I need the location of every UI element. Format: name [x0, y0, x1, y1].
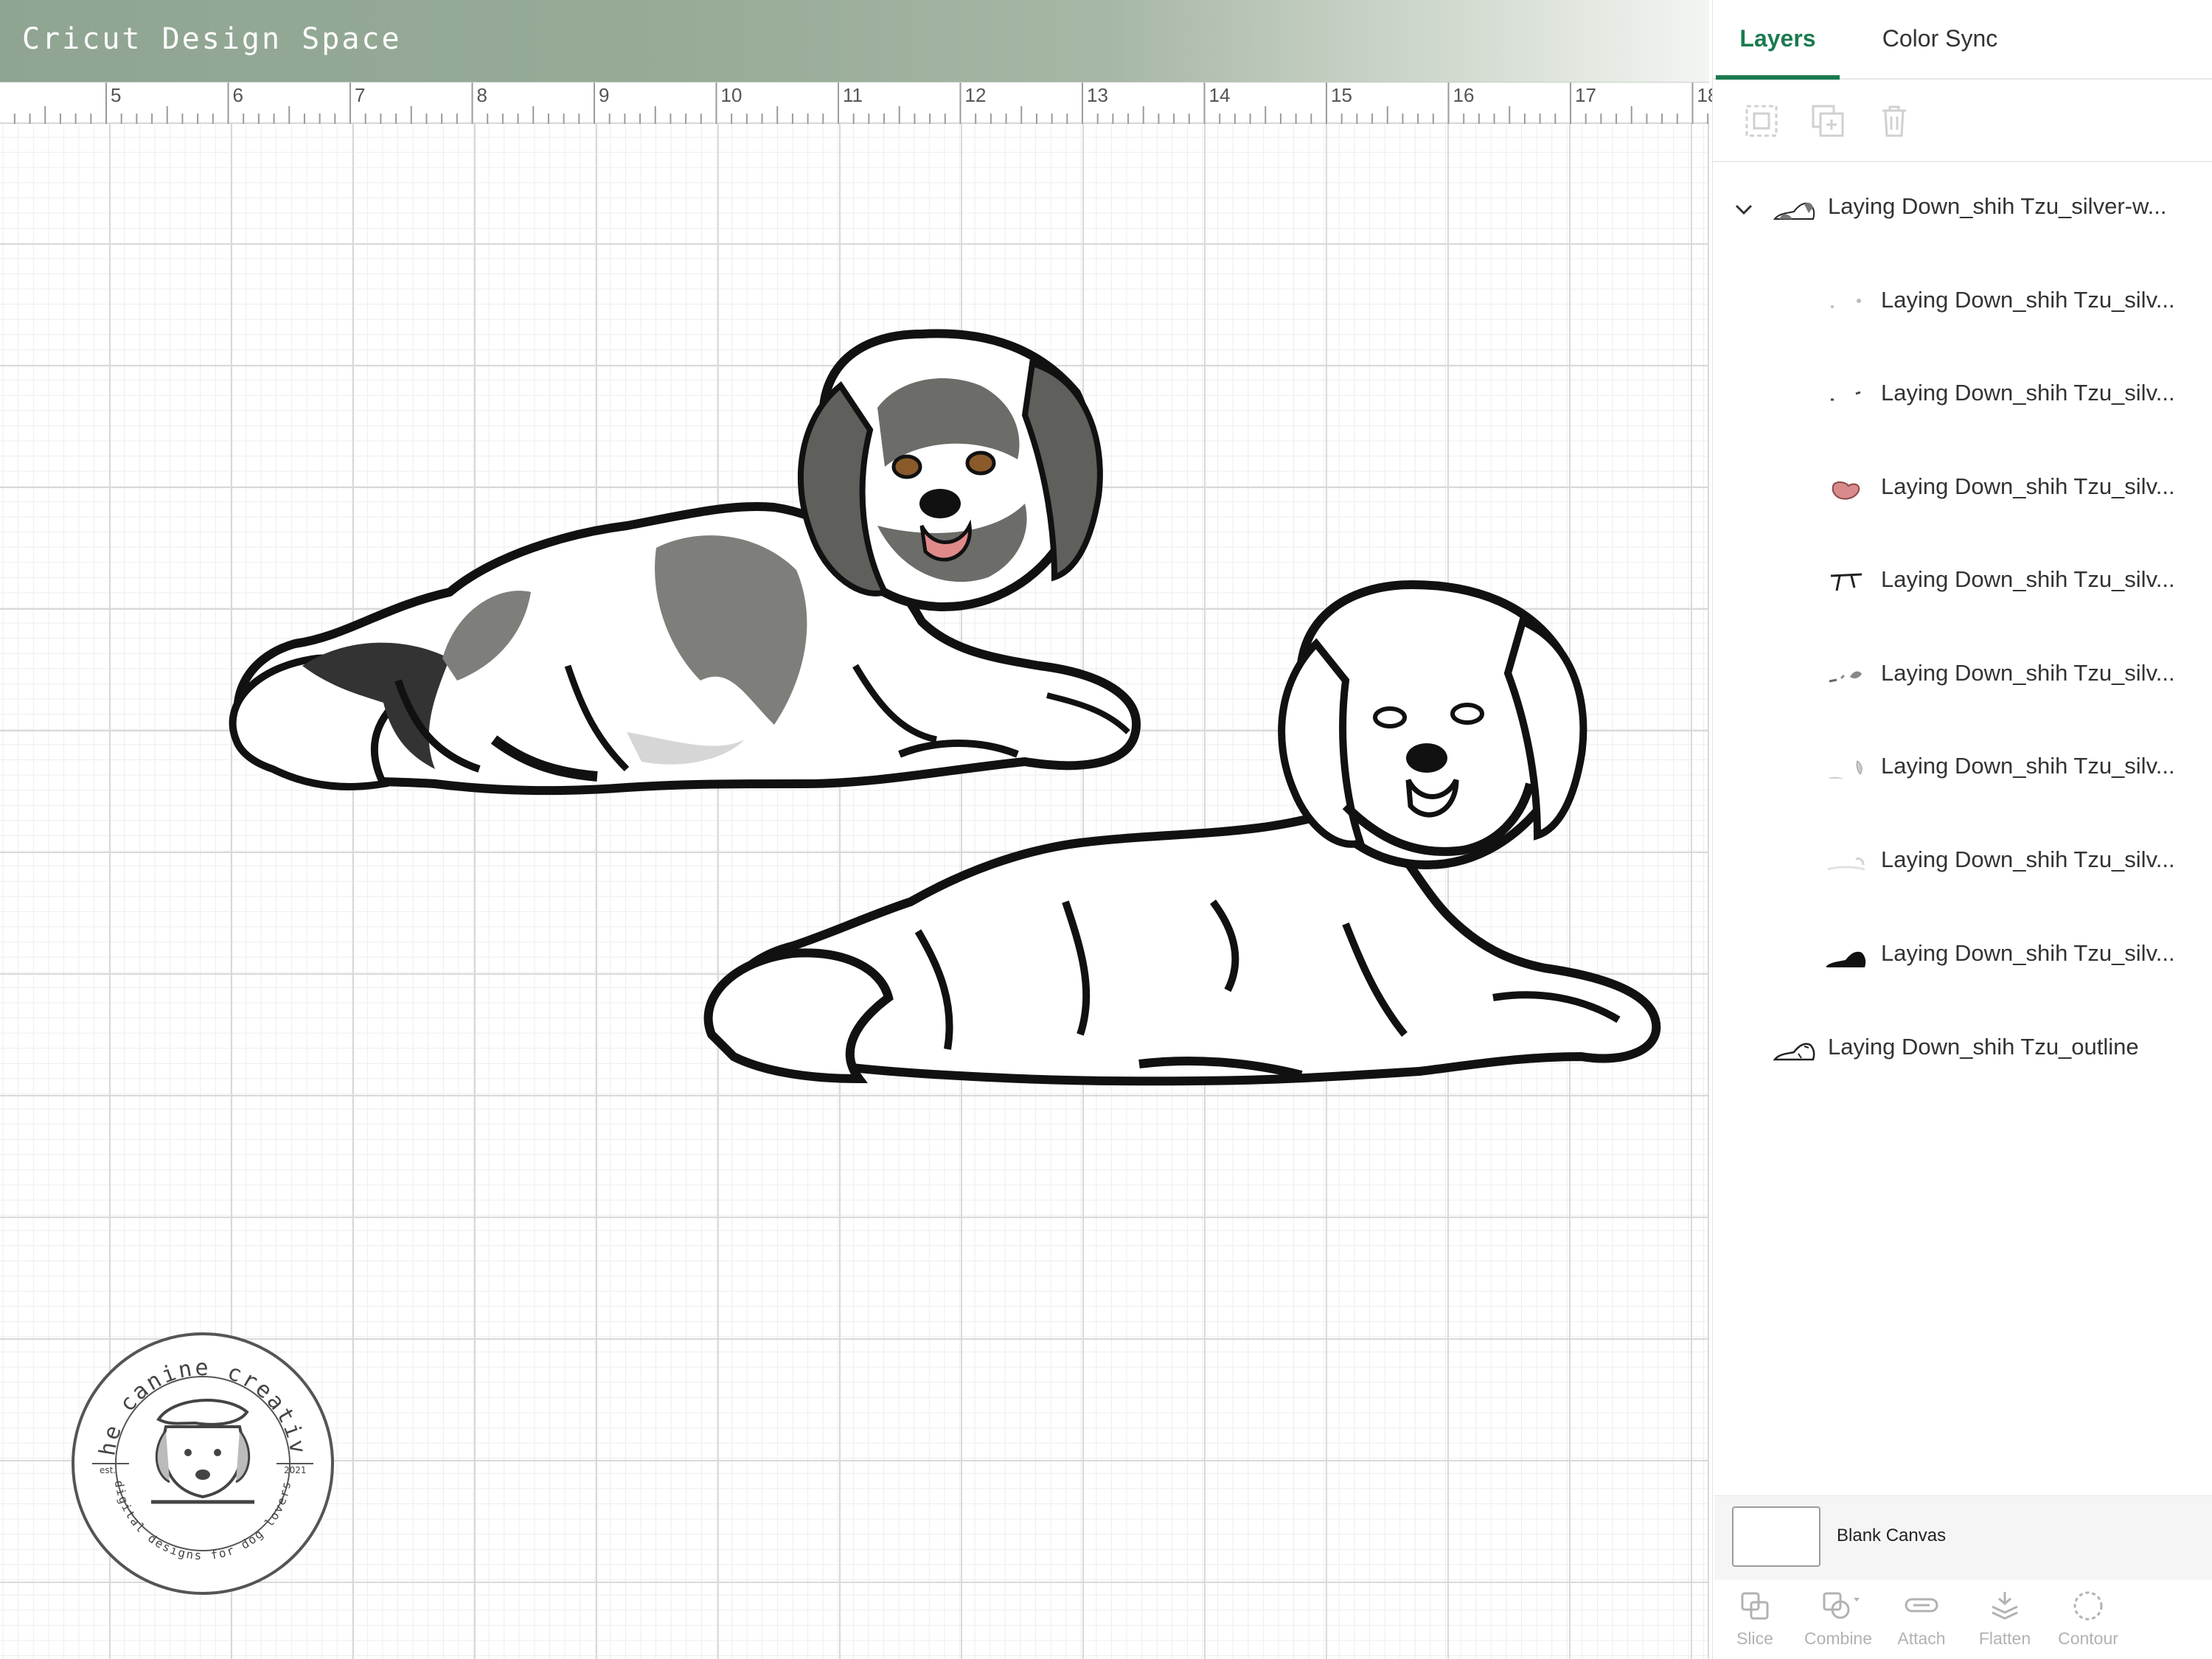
layer-outline-row[interactable]: Laying Down_shih Tzu_outline [1713, 1013, 2212, 1087]
blank-canvas-thumbnail[interactable] [1732, 1506, 1820, 1567]
layer-label: Laying Down_shih Tzu_silv... [1881, 660, 2175, 686]
attach-icon [1905, 1598, 1938, 1613]
contour-button[interactable]: Contour [2048, 1580, 2129, 1659]
layer-row[interactable]: Laying Down_shih Tzu_silv... [1713, 639, 2212, 713]
layers-panel: Layers Color Sync Laying Down_shih Tzu_s… [1712, 0, 2212, 1659]
dog-thumb-icon [1773, 202, 1815, 220]
layer-row[interactable]: Laying Down_shih Tzu_silv... [1713, 359, 2212, 433]
combine-icon [1823, 1592, 1860, 1619]
blank-canvas-label: Blank Canvas [1837, 1526, 1947, 1545]
ruler-label: 10 [720, 84, 742, 106]
contour-label: Contour [2058, 1629, 2118, 1648]
layer-row[interactable]: Laying Down_shih Tzu_silv... [1713, 546, 2212, 619]
combine-button[interactable]: Combine [1798, 1580, 1879, 1659]
outline-thumb-icon [1773, 1043, 1815, 1061]
layer-label: Laying Down_shih Tzu_silv... [1881, 566, 2175, 592]
layer-actions-bar: Slice Combine Attach Flatten Contour [1714, 1580, 2212, 1659]
speck-thumb-icon [1831, 299, 1861, 308]
ruler-label: 17 [1575, 84, 1596, 106]
chevron-down-icon[interactable] [1731, 196, 1757, 223]
black-silhouette-thumb-icon [1826, 951, 1866, 967]
attach-label: Attach [1897, 1629, 1946, 1648]
flatten-label: Flatten [1978, 1629, 2031, 1648]
layer-label: Laying Down_shih Tzu_silv... [1881, 380, 2175, 406]
ruler-label: 6 [232, 84, 243, 106]
header-bar: Cricut Design Space [0, 0, 1709, 83]
ruler-label: 13 [1087, 84, 1108, 106]
layer-group-row[interactable]: Laying Down_shih Tzu_silver-w... [1713, 173, 2212, 246]
logo-est-label: est. [100, 1465, 116, 1475]
light-patch-thumb-icon [1828, 760, 1863, 779]
layer-row[interactable]: Laying Down_shih Tzu_silv... [1713, 919, 2212, 993]
slice-button[interactable]: Slice [1714, 1580, 1795, 1659]
shih-tzu-outline-image[interactable] [697, 489, 1685, 1086]
group-icon[interactable] [1742, 102, 1781, 140]
ruler-label: 12 [964, 84, 987, 106]
faint-patch-thumb-icon [1827, 858, 1865, 871]
logo-year: 2021 [284, 1465, 307, 1475]
layer-label: Laying Down_shih Tzu_silv... [1881, 846, 2175, 872]
panel-tabs: Layers Color Sync [1713, 0, 2212, 80]
layer-row[interactable]: Laying Down_shih Tzu_silv... [1713, 453, 2212, 526]
layer-row[interactable]: Laying Down_shih Tzu_silv... [1713, 826, 2212, 900]
layer-row[interactable]: Laying Down_shih Tzu_silv... [1713, 266, 2212, 340]
flatten-button[interactable]: Flatten [1964, 1580, 2045, 1659]
canvas-footer: Blank Canvas Slice Combine Attach Flatte… [1714, 1495, 2212, 1659]
ruler-label: 14 [1208, 84, 1231, 106]
duplicate-icon[interactable] [1809, 102, 1847, 140]
layer-label: Laying Down_shih Tzu_outline [1828, 1034, 2139, 1060]
slice-icon [1741, 1592, 1769, 1620]
combine-label: Combine [1804, 1629, 1873, 1648]
contour-icon [2073, 1591, 2103, 1621]
layer-label: Laying Down_shih Tzu_silver-w... [1828, 193, 2167, 219]
flatten-icon [1992, 1592, 2018, 1620]
the-canine-creative-logo: the canine creative digital designs for … [70, 1331, 334, 1595]
slice-label: Slice [1736, 1629, 1773, 1648]
layer-label: Laying Down_shih Tzu_silv... [1881, 940, 2175, 966]
ruler-label: 16 [1453, 84, 1475, 106]
ruler-label: 7 [355, 84, 366, 106]
ruler-label: 11 [843, 84, 863, 106]
grey-patch-thumb-icon [1829, 671, 1862, 683]
layers-toolbar [1713, 80, 2212, 162]
ruler-label: 9 [599, 84, 610, 106]
layer-label: Laying Down_shih Tzu_silv... [1881, 753, 2175, 779]
tab-color-sync[interactable]: Color Sync [1851, 0, 2028, 80]
layer-label: Laying Down_shih Tzu_silv... [1881, 287, 2175, 313]
ruler-label: 5 [111, 84, 122, 106]
layer-label: Laying Down_shih Tzu_silv... [1881, 473, 2175, 499]
horizontal-ruler: 5 6 7 8 9 10 11 12 13 14 15 16 17 18 [0, 83, 1718, 124]
design-canvas[interactable]: the canine creative digital designs for … [0, 124, 1709, 1659]
delete-icon[interactable] [1875, 102, 1913, 140]
attach-button[interactable]: Attach [1881, 1580, 1962, 1659]
ruler-label: 15 [1331, 84, 1352, 106]
ruler-label: 8 [476, 84, 487, 106]
eyes-thumb-icon [1830, 573, 1863, 591]
app-title: Cricut Design Space [22, 22, 402, 56]
tab-layers[interactable]: Layers [1716, 0, 1840, 80]
tongue-thumb-icon [1832, 481, 1860, 500]
layer-row[interactable]: Laying Down_shih Tzu_silv... [1713, 732, 2212, 806]
dash-thumb-icon [1831, 391, 1861, 401]
